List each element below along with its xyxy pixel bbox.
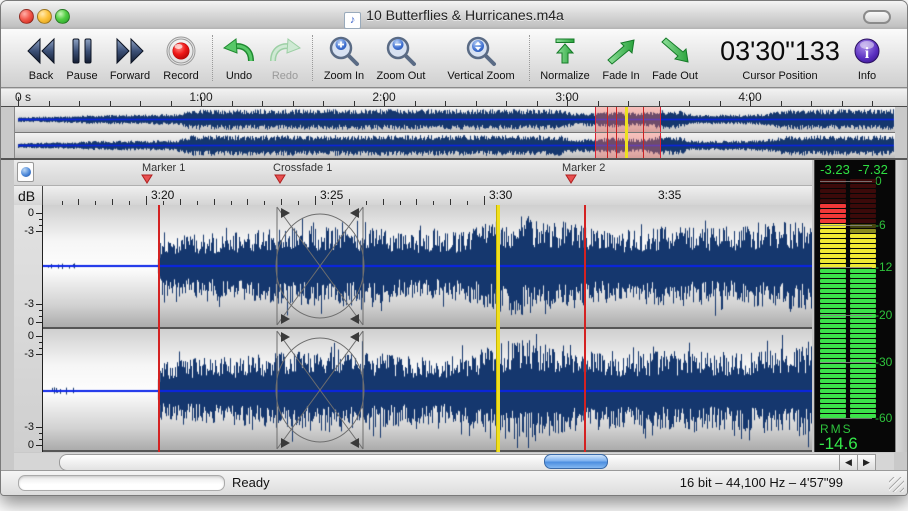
- db-scale-gutter: 0 -3 -3 0 0 -3 -3 0: [14, 205, 43, 452]
- toolbar-separator: [312, 35, 313, 81]
- scrollbar-thumb[interactable]: [544, 454, 608, 469]
- horizontal-scrollbar[interactable]: ◀ ▶: [14, 453, 894, 470]
- toolbar-toggle-button[interactable]: [863, 10, 891, 24]
- zoom-out-icon: [370, 32, 432, 69]
- marker-triangle[interactable]: [274, 174, 286, 184]
- svg-text:i: i: [865, 45, 870, 62]
- marker-label[interactable]: Marker 2: [562, 162, 605, 174]
- db-scale-value: 0: [28, 316, 34, 328]
- audio-format-text: 16 bit – 44,100 Hz – 4'57"99: [680, 475, 843, 490]
- status-text: Ready: [232, 475, 270, 490]
- meter-scale-label: -60: [875, 411, 895, 425]
- db-axis-label: dB: [18, 188, 35, 204]
- overview-waveform[interactable]: [14, 107, 895, 158]
- overview-channel-divider: [15, 132, 895, 133]
- marker-label[interactable]: Marker 1: [142, 162, 185, 174]
- rms-value: -14.6: [819, 434, 858, 454]
- meter-scale-label: -12: [875, 260, 895, 274]
- level-meter-panel: -3.23 -7.32 0 -6 -12 -20 -30 -60 RMS -14…: [814, 160, 895, 452]
- fast-forward-icon: [101, 32, 159, 69]
- right-edge-strip: [895, 160, 908, 452]
- back-button[interactable]: Back: [19, 32, 63, 82]
- axis-divider: [42, 186, 43, 205]
- db-scale-value: 0: [28, 330, 34, 342]
- peak-value-left: -3.23: [816, 162, 854, 177]
- waveform-channels[interactable]: [43, 205, 812, 452]
- db-scale-value: -3: [24, 348, 34, 360]
- marker-label[interactable]: Crossfade 1: [273, 162, 332, 174]
- playback-cursor-line[interactable]: [496, 205, 500, 452]
- app-window: ♪ 10 Butterflies & Hurricanes.m4a Back Pa…: [0, 0, 908, 496]
- db-scale-value: -3: [24, 421, 34, 433]
- meter-scale-label: -6: [875, 218, 895, 232]
- toolbar-separator: [529, 35, 530, 81]
- marker-strip[interactable]: Marker 1 Crossfade 1 Marker 2: [14, 160, 812, 186]
- meter-scale-label: -20: [875, 308, 895, 322]
- fade-in-button[interactable]: Fade In: [597, 32, 645, 82]
- cursor-position-display: 03'30"133 Cursor Position: [707, 32, 853, 82]
- main-ruler-label: 3:20: [151, 188, 174, 202]
- main-ruler-label: 3:25: [320, 188, 343, 202]
- db-scale-value: -3: [24, 225, 34, 237]
- normalize-icon: [532, 32, 598, 69]
- marker-triangle[interactable]: [141, 174, 153, 184]
- record-icon: [155, 32, 207, 69]
- scrollbar-track[interactable]: [59, 454, 856, 471]
- pause-icon: [62, 32, 102, 69]
- overview-marker-line: [616, 107, 617, 158]
- db-scale-value: 0: [28, 207, 34, 219]
- meter-scale-label: 0: [875, 174, 895, 188]
- db-scale-value: -3: [24, 298, 34, 310]
- overview-marker-line: [607, 107, 608, 158]
- marker-line-2[interactable]: [584, 205, 586, 452]
- undo-icon: [217, 32, 261, 69]
- info-icon: i: [849, 32, 885, 69]
- fade-in-icon: [597, 32, 645, 69]
- info-button[interactable]: i Info: [849, 32, 885, 82]
- title-bar[interactable]: ♪ 10 Butterflies & Hurricanes.m4a: [1, 1, 907, 30]
- cursor-position-value: 03'30"133: [720, 34, 840, 68]
- zoom-in-button[interactable]: Zoom In: [316, 32, 372, 82]
- rewind-icon: [19, 32, 63, 69]
- normalize-button[interactable]: Normalize: [532, 32, 598, 82]
- toolbar-separator: [212, 35, 213, 81]
- vertical-zoom-button[interactable]: Vertical Zoom: [437, 32, 525, 82]
- main-ruler-label: 3:30: [489, 188, 512, 202]
- toolbar: Back Pause Forward Record Undo: [1, 29, 907, 88]
- window-title: ♪ 10 Butterflies & Hurricanes.m4a: [1, 1, 907, 29]
- redo-icon: [265, 32, 305, 69]
- main-ruler-label: 3:35: [658, 188, 681, 202]
- overview-cursor-line: [625, 107, 628, 158]
- overview-ruler[interactable]: 0 s 1:00 2:00 3:00 4:00: [1, 89, 907, 107]
- forward-button[interactable]: Forward: [101, 32, 159, 82]
- pause-button[interactable]: Pause: [62, 32, 102, 82]
- db-scale-value: 0: [28, 439, 34, 451]
- audio-file-icon: ♪: [344, 12, 361, 29]
- record-button[interactable]: Record: [155, 32, 207, 82]
- main-ruler[interactable]: dB 3:20 3:25 3:30 3:35: [14, 186, 812, 206]
- marker-line-1[interactable]: [158, 205, 160, 452]
- document-icon[interactable]: [17, 162, 34, 182]
- vertical-zoom-icon: [437, 32, 525, 69]
- main-waveform-area: 0 -3 -3 0 0 -3 -3 0: [14, 205, 812, 452]
- scroll-left-button[interactable]: ◀: [839, 454, 858, 471]
- scroll-right-button[interactable]: ▶: [857, 454, 876, 471]
- resize-grip[interactable]: [889, 477, 904, 492]
- fade-out-icon: [646, 32, 704, 69]
- zoom-out-button[interactable]: Zoom Out: [370, 32, 432, 82]
- meter-scale-label: -30: [875, 355, 895, 369]
- marker-triangle[interactable]: [565, 174, 577, 184]
- status-bar: Ready 16 bit – 44,100 Hz – 4'57"99: [1, 470, 907, 495]
- progress-bar: [18, 475, 225, 491]
- undo-button[interactable]: Undo: [217, 32, 261, 82]
- fade-out-button[interactable]: Fade Out: [646, 32, 704, 82]
- overview-marker-line: [643, 107, 644, 158]
- redo-button[interactable]: Redo: [265, 32, 305, 82]
- zoom-in-icon: [316, 32, 372, 69]
- window-title-text: 10 Butterflies & Hurricanes.m4a: [366, 7, 564, 23]
